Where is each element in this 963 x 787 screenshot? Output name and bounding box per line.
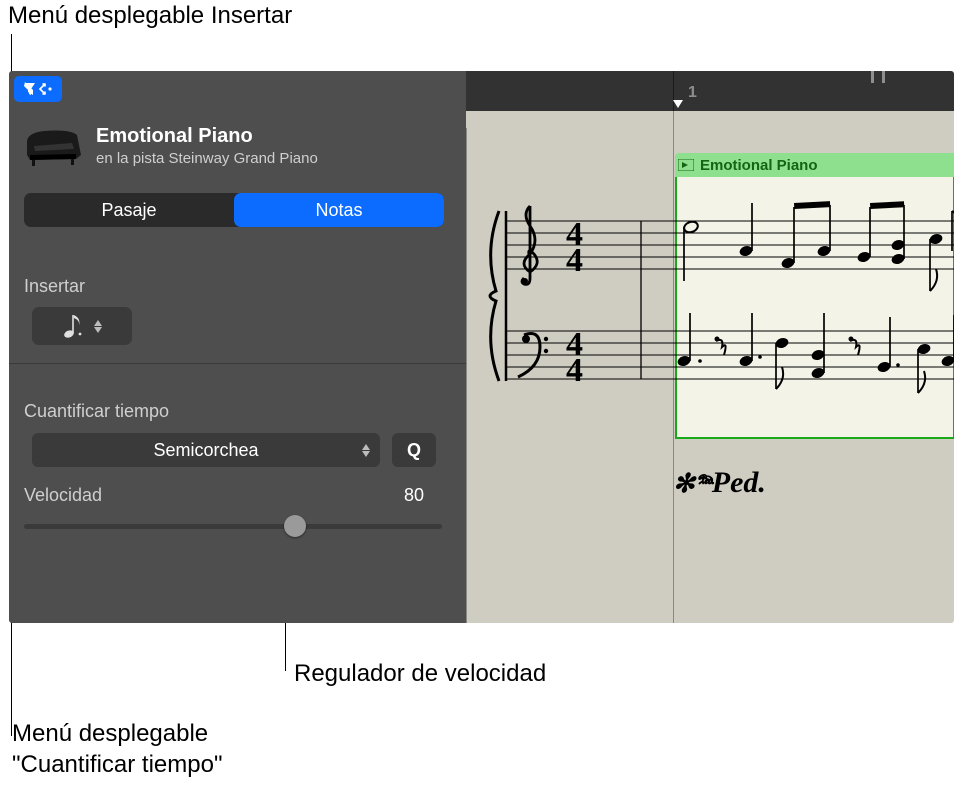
callout-insert-menu: Menú desplegable Insertar (8, 2, 292, 30)
instrument-icon (24, 125, 86, 167)
region-header-info: Emotional Piano en la pista Steinway Gra… (24, 125, 318, 167)
score-area: 1 Emotional Piano (466, 71, 954, 623)
timeline-ruler[interactable]: 1 (466, 71, 954, 111)
music-notation[interactable]: 4 4 4 4 (466, 181, 954, 491)
velocity-label: Velocidad (24, 485, 102, 506)
tab-notas[interactable]: Notas (234, 193, 444, 227)
svg-text:4: 4 (566, 352, 583, 389)
quantize-button[interactable]: Q (392, 433, 436, 467)
insert-note-menu[interactable] (32, 307, 132, 345)
callout-velocity-slider: Regulador de velocidad (294, 660, 546, 688)
region-title: Emotional Piano (700, 157, 818, 174)
stepper-arrows-icon (362, 444, 370, 457)
tab-pasaje[interactable]: Pasaje (24, 193, 234, 227)
filter-icon (23, 81, 53, 97)
region-name: Emotional Piano (96, 125, 318, 148)
quantize-value: Semicorchea (153, 440, 258, 461)
velocity-value: 80 (404, 485, 424, 506)
playhead-marker-icon[interactable] (673, 100, 683, 108)
insert-label: Insertar (24, 276, 85, 297)
svg-text:4: 4 (566, 242, 583, 279)
region-header-bar[interactable]: Emotional Piano (675, 153, 954, 177)
segmented-control: Pasaje Notas (24, 193, 444, 227)
divider (9, 363, 466, 364)
pedal-marking: ✻𝆮Ped. (673, 466, 766, 500)
quantize-label: Cuantificar tiempo (24, 401, 169, 422)
track-subtitle: en la pista Steinway Grand Piano (96, 150, 318, 167)
cycle-marker-icon[interactable] (871, 71, 874, 83)
callout-quantize-menu: Menú desplegable "Cuantificar tiempo" (12, 718, 222, 780)
stepper-arrows-icon (94, 320, 102, 333)
bar-number: 1 (688, 84, 697, 102)
inspector-panel: Emotional Piano en la pista Steinway Gra… (9, 71, 466, 623)
callout-text-line: Menú desplegable (12, 720, 208, 747)
quantize-menu[interactable]: Semicorchea (32, 433, 380, 467)
slider-thumb[interactable] (284, 515, 306, 537)
velocity-slider[interactable] (24, 524, 442, 529)
editor-window: Emotional Piano en la pista Steinway Gra… (9, 71, 954, 623)
filter-button[interactable] (14, 76, 62, 102)
region-expand-icon (678, 158, 694, 172)
callout-text-line: "Cuantificar tiempo" (12, 751, 222, 778)
eighth-note-icon (62, 312, 84, 340)
cycle-marker-icon[interactable] (882, 71, 885, 83)
